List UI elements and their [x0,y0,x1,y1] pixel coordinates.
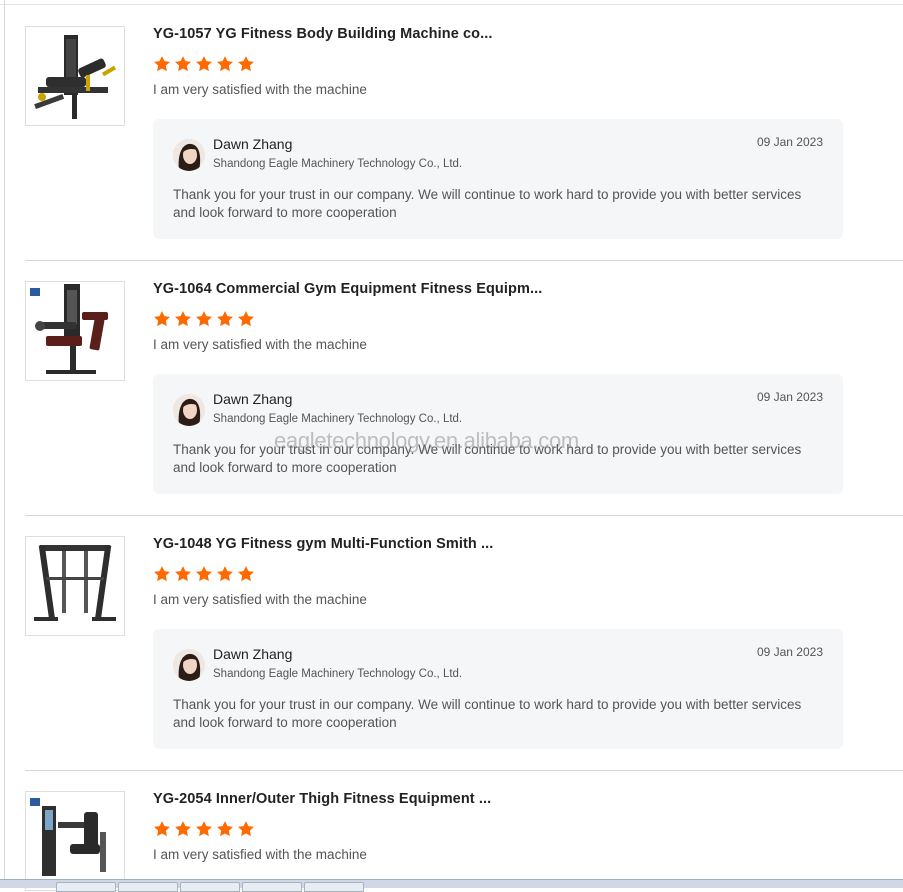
star-icon [217,56,233,72]
leg-curl-machine-image [34,35,117,119]
taskbar-button[interactable] [180,882,240,892]
star-icon [154,311,170,327]
reply-text: Thank you for your trust in our company.… [173,697,802,730]
product-thumbnail[interactable] [25,536,125,636]
rating-stars [153,55,255,73]
watermark: eagletechnology.en.alibaba.com [274,428,579,453]
page-top-border [0,4,903,5]
star-icon [238,56,254,72]
reply-date: 09 Jan 2023 [756,390,823,404]
rating-stars [153,310,255,328]
star-icon [196,566,212,582]
replier-name: Dawn Zhang [213,136,293,152]
review-comment: I am very satisfied with the machine [153,337,367,352]
review-divider [25,515,903,516]
product-title[interactable]: YG-1057 YG Fitness Body Building Machine… [153,26,513,42]
star-icon [238,566,254,582]
taskbar-button[interactable] [242,882,302,892]
product-thumbnail[interactable] [25,26,125,126]
review-item: YG-1057 YG Fitness Body Building Machine… [25,26,903,240]
star-icon [154,566,170,582]
seller-avatar-image [173,394,205,426]
star-icon [175,56,191,72]
star-icon [196,311,212,327]
review-comment: I am very satisfied with the machine [153,592,367,607]
seller-reply: Dawn Zhang Shandong Eagle Machinery Tech… [153,119,843,239]
review-item: YG-1064 Commercial Gym Equipment Fitness… [25,281,903,495]
product-thumbnail[interactable] [25,791,125,891]
seller-reply: Dawn Zhang Shandong Eagle Machinery Tech… [153,629,843,749]
rating-stars [153,565,255,583]
star-icon [175,566,191,582]
review-item: YG-1048 YG Fitness gym Multi-Function Sm… [25,536,903,750]
replier-name: Dawn Zhang [213,391,293,407]
leg-extension-machine-image [30,284,108,374]
replier-name: Dawn Zhang [213,646,293,662]
page-left-border [4,0,5,887]
review-divider [25,260,903,261]
product-title[interactable]: YG-1064 Commercial Gym Equipment Fitness… [153,281,542,297]
avatar [173,649,205,681]
avatar [173,139,205,171]
replier-company: Shandong Eagle Machinery Technology Co.,… [213,668,463,680]
replier-company: Shandong Eagle Machinery Technology Co.,… [213,158,463,170]
star-icon [154,56,170,72]
star-icon [154,821,170,837]
taskbar-button[interactable] [56,882,116,892]
taskbar-button[interactable] [118,882,178,892]
review-comment: I am very satisfied with the machine [153,82,367,97]
star-icon [175,311,191,327]
replier-company: Shandong Eagle Machinery Technology Co.,… [213,413,463,425]
star-icon [217,566,233,582]
star-icon [238,821,254,837]
review-divider [25,770,903,771]
product-title[interactable]: YG-1048 YG Fitness gym Multi-Function Sm… [153,536,513,552]
reply-date: 09 Jan 2023 [756,135,823,149]
seller-avatar-image [173,649,205,681]
product-thumbnail[interactable] [25,281,125,381]
rating-stars [153,820,255,838]
review-comment: I am very satisfied with the machine [153,847,367,862]
reply-text: Thank you for your trust in our company.… [173,187,802,220]
product-title[interactable]: YG-2054 Inner/Outer Thigh Fitness Equipm… [153,791,513,807]
star-icon [217,821,233,837]
star-icon [217,311,233,327]
seller-avatar-image [173,139,205,171]
thigh-machine-image [30,798,106,876]
taskbar-button[interactable] [304,882,364,892]
reply-date: 09 Jan 2023 [756,645,823,659]
star-icon [196,56,212,72]
smith-machine-image [34,544,116,622]
review-item: YG-2054 Inner/Outer Thigh Fitness Equipm… [25,791,903,891]
star-icon [175,821,191,837]
star-icon [196,821,212,837]
star-icon [238,311,254,327]
avatar [173,394,205,426]
